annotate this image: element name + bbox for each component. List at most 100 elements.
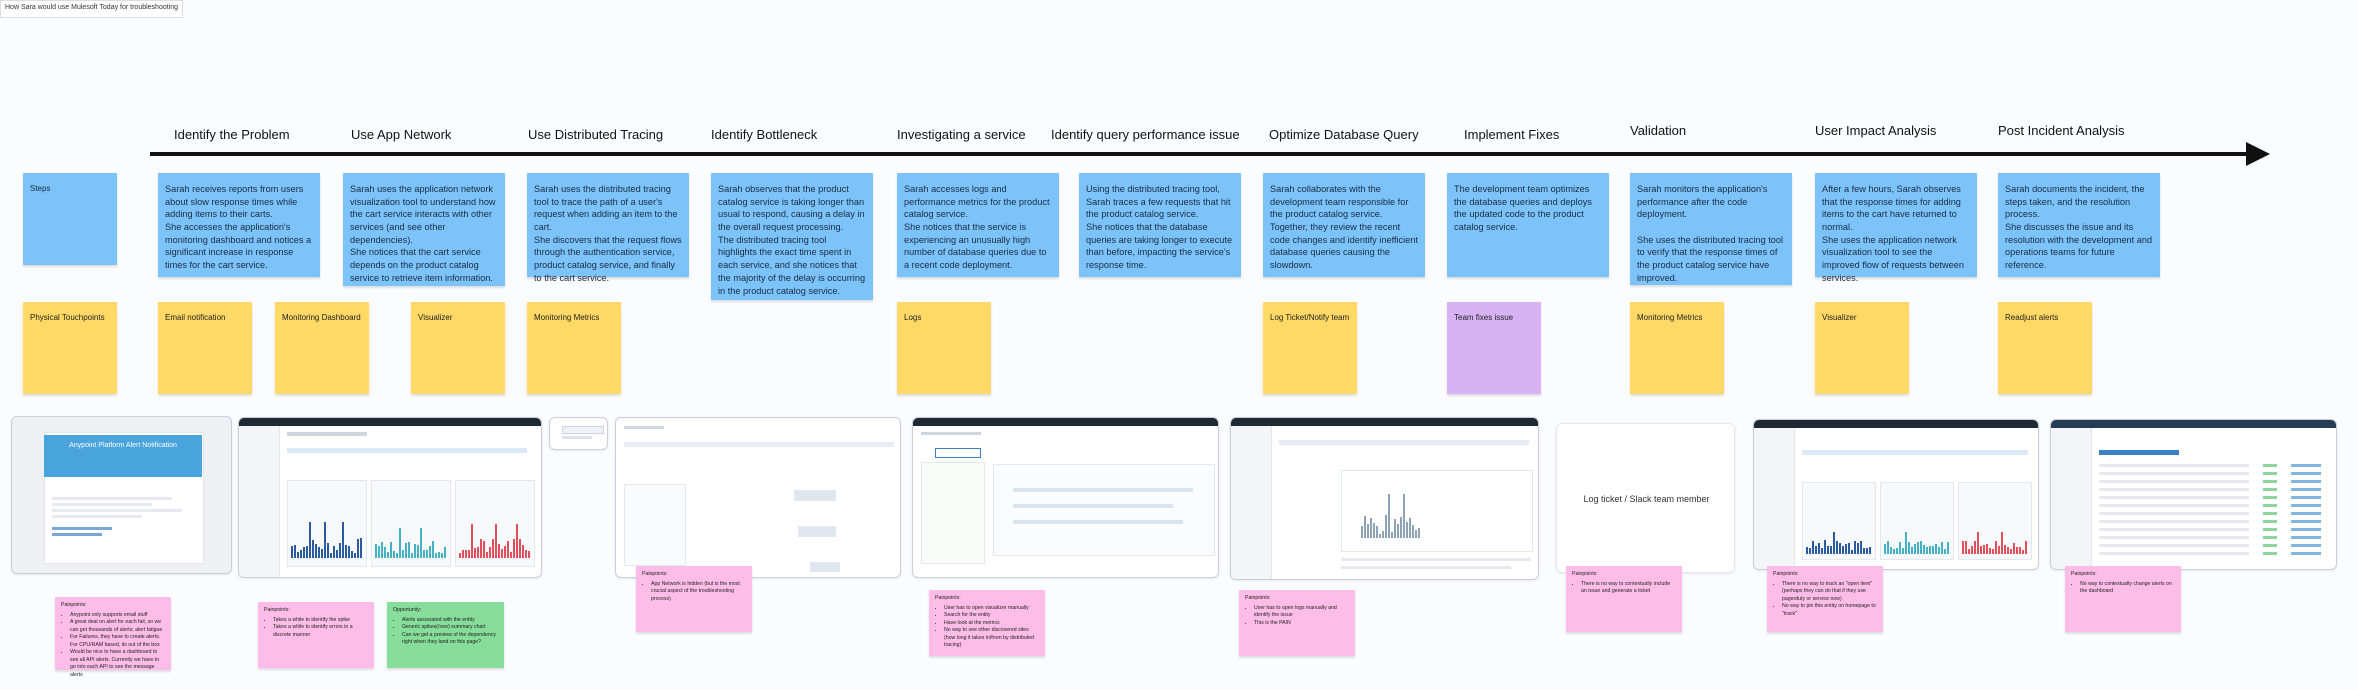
- screenshot-query-monitoring: [1230, 417, 1539, 580]
- chart-bar: [1863, 548, 1865, 554]
- chart-bar: [1923, 544, 1925, 554]
- chart-bar: [333, 545, 335, 558]
- chart-bar: [462, 549, 464, 558]
- chart-bar: [477, 546, 479, 558]
- chart-bar: [1839, 542, 1841, 554]
- chart-bar: [1866, 547, 1868, 554]
- painpoint-email: Painpoints: Anypoint only supports email…: [55, 597, 171, 678]
- chart-bar: [1914, 543, 1916, 554]
- table-row: [2099, 488, 2249, 491]
- step-note-implement-fixes: The development team optimizes the datab…: [1447, 173, 1609, 277]
- chart-bar: [1968, 549, 1970, 554]
- query-chart: [1361, 488, 1420, 538]
- table-row: [2099, 544, 2249, 547]
- chart-bar: [1827, 545, 1829, 554]
- chart-bar: [1944, 548, 1946, 554]
- chart-bar: [387, 552, 389, 558]
- screenshot-email-alert: Anypoint Platform Alert Notification: [11, 416, 232, 574]
- chart-bar: [378, 546, 380, 558]
- stage-title-app-network: Use App Network: [351, 127, 452, 142]
- chart-bar: [1830, 546, 1832, 554]
- chart-bar: [2007, 547, 2009, 554]
- table-row: [2099, 504, 2249, 507]
- chart-bar: [525, 549, 527, 558]
- stage-title-identify-problem: Identify the Problem: [174, 127, 290, 142]
- screenshot-monitoring-dashboard: [238, 417, 542, 578]
- chart-bar: [1812, 540, 1814, 554]
- stage-title-implement-fixes: Implement Fixes: [1464, 127, 1560, 142]
- screenshot-logs: [912, 417, 1219, 578]
- chart-bar: [1397, 523, 1399, 538]
- status-badge: [2263, 536, 2277, 539]
- chart-bar: [396, 553, 398, 558]
- stage-title-optimize-query: Optimize Database Query: [1269, 127, 1419, 142]
- step-note-validation: Sarah monitors the application's perform…: [1630, 173, 1792, 285]
- chart-bar: [1367, 523, 1369, 538]
- chart-bar: [342, 522, 344, 558]
- chart-bar: [2013, 542, 2015, 554]
- chart-bar: [1403, 494, 1405, 538]
- chart-bar: [1899, 542, 1901, 554]
- chart-bar: [1917, 541, 1919, 554]
- chart-bar: [2001, 532, 2003, 554]
- chart-bar: [306, 545, 308, 558]
- chart-bar: [351, 551, 353, 558]
- chart-bar: [465, 550, 467, 558]
- step-note-identify-problem: Sarah receives reports from users about …: [158, 173, 320, 277]
- chart-bar: [507, 540, 509, 558]
- stage-title-post-incident: Post Incident Analysis: [1998, 123, 2125, 138]
- chart-bar: [2019, 547, 2021, 554]
- chart-bar: [2016, 547, 2018, 554]
- toggle: [2291, 520, 2321, 523]
- chart-bar: [1385, 514, 1387, 538]
- status-badge: [2263, 552, 2277, 555]
- chart-bar: [501, 549, 503, 558]
- chart-bar: [471, 524, 473, 558]
- stage-title-distributed-tracing: Use Distributed Tracing: [528, 127, 664, 142]
- status-badge: [2263, 488, 2277, 491]
- chart-bar: [1815, 546, 1817, 554]
- step-note-investigating-service: Sarah accesses logs and performance metr…: [897, 173, 1059, 277]
- chart-bar: [1370, 517, 1372, 538]
- toggle: [2291, 464, 2321, 467]
- chart-bar: [1896, 547, 1898, 554]
- chart-bar: [291, 546, 293, 558]
- chart-bar: [468, 550, 470, 558]
- chart-bar: [492, 538, 494, 558]
- chart-bar: [420, 528, 422, 558]
- toggle: [2291, 544, 2321, 547]
- step-note-distributed-tracing: Sarah uses the distributed tracing tool …: [527, 173, 689, 283]
- touchpoint-visualizer: Visualizer: [411, 302, 505, 394]
- chart-bar: [1941, 541, 1943, 554]
- chart-bar: [414, 544, 416, 558]
- chart-bar: [495, 524, 497, 558]
- chart-bar: [1376, 526, 1378, 538]
- status-badge: [2263, 464, 2277, 467]
- chart-bar: [1893, 548, 1895, 554]
- status-badge: [2263, 528, 2277, 531]
- stage-title-validation: Validation: [1630, 123, 1687, 138]
- stage-title-query-performance: Identify query performance issue: [1051, 127, 1240, 142]
- chart-bar: [1412, 525, 1414, 538]
- chart-bar: [498, 544, 500, 558]
- touchpoint-log-ticket: Log Ticket/Notify team: [1263, 302, 1357, 394]
- chart-bar: [390, 542, 392, 558]
- chart-bar: [480, 539, 482, 558]
- painpoint-visualizer-search: Painpoints: User has to open visualizer …: [929, 590, 1045, 656]
- chart-bar: [1854, 541, 1856, 554]
- chart-bar: [1851, 549, 1853, 554]
- chart-bar: [2010, 548, 2012, 554]
- chart-bar: [2025, 541, 2027, 554]
- toggle: [2291, 536, 2321, 539]
- stage-title-investigating-service: Investigating a service: [897, 127, 1026, 142]
- chart-bar: [1406, 521, 1408, 538]
- step-note-query-performance: Using the distributed tracing tool, Sara…: [1079, 173, 1241, 277]
- table-row: [2099, 496, 2249, 499]
- chart-bar: [348, 546, 350, 558]
- chart-bar: [435, 552, 437, 558]
- chart-bar: [1938, 547, 1940, 554]
- chart-bar: [294, 544, 296, 558]
- chart-bar: [312, 539, 314, 558]
- table-row: [2099, 536, 2249, 539]
- chart-bar: [1974, 541, 1976, 554]
